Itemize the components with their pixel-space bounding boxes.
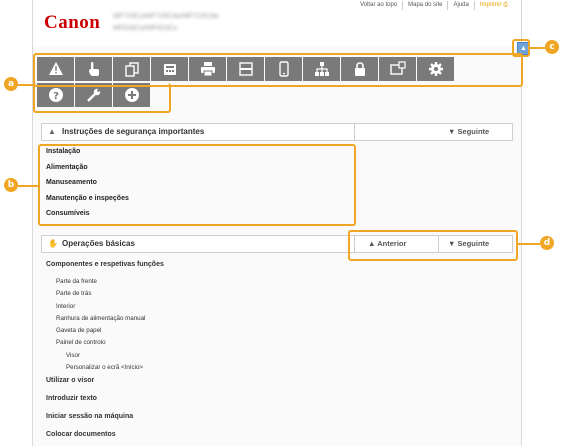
tree-item[interactable]: Parte da frente	[46, 278, 164, 290]
print-link[interactable]: Imprimir ⎙	[473, 1, 513, 10]
callout-toolbar-row2	[33, 83, 171, 113]
arrow-down-icon: ▼	[448, 127, 456, 136]
tree-item[interactable]: Painel de controlo	[46, 339, 164, 351]
tree-item[interactable]: Iniciar sessão na máquina	[46, 412, 164, 430]
callout-safety-links	[38, 144, 356, 226]
header: Canon MF729Cx/MF728Cdw/MF724Cdw MF628Cw/…	[33, 0, 521, 46]
section-title: Instruções de segurança importantes	[62, 127, 205, 136]
marker-c: c	[545, 40, 559, 54]
printer-small-icon: ⎙	[503, 2, 508, 8]
tree-item[interactable]: Visor	[46, 352, 164, 364]
tree-item[interactable]: Personalizar o ecrã <Início>	[46, 364, 164, 376]
site-map-link[interactable]: Mapa do site	[402, 1, 447, 10]
callout-toolbar-row1	[33, 53, 523, 87]
next-button[interactable]: ▼ Seguinte	[448, 127, 489, 136]
tree-item[interactable]: Ranhura de alimentação manual	[46, 315, 164, 327]
model-name: MF729Cx/MF728Cdw/MF724Cdw MF628Cw/MF623C…	[113, 13, 219, 32]
section-safety-header: ▲ Instruções de segurança importantes ▼ …	[41, 123, 513, 141]
tree-item[interactable]: Interior	[46, 303, 164, 315]
tree-item[interactable]: Gaveta de papel	[46, 327, 164, 339]
back-to-top-link[interactable]: Voltar ao topo	[355, 1, 402, 10]
marker-b: b	[4, 178, 18, 192]
tree-item[interactable]: Introduzir texto	[46, 394, 164, 412]
basic-operations-tree: Componentes e respetivas funções Parte d…	[46, 260, 164, 448]
help-link[interactable]: Ajuda	[447, 1, 473, 10]
marker-a: a	[4, 77, 18, 91]
tree-item[interactable]: Colocar documentos	[46, 430, 164, 448]
tree-item[interactable]: Utilizar o visor	[46, 376, 164, 394]
warning-small-icon: ▲	[48, 127, 56, 136]
canon-logo[interactable]: Canon	[44, 12, 100, 34]
touch-hand-small-icon: ✋	[48, 239, 58, 248]
top-links: Voltar ao topo Mapa do site Ajuda Imprim…	[355, 1, 513, 10]
tree-item[interactable]: Parte de trás	[46, 290, 164, 302]
section-title: Operações básicas	[62, 239, 135, 248]
marker-d: d	[540, 236, 554, 250]
tree-item[interactable]: Componentes e respetivas funções	[46, 260, 164, 278]
callout-nav-buttons	[348, 230, 518, 261]
